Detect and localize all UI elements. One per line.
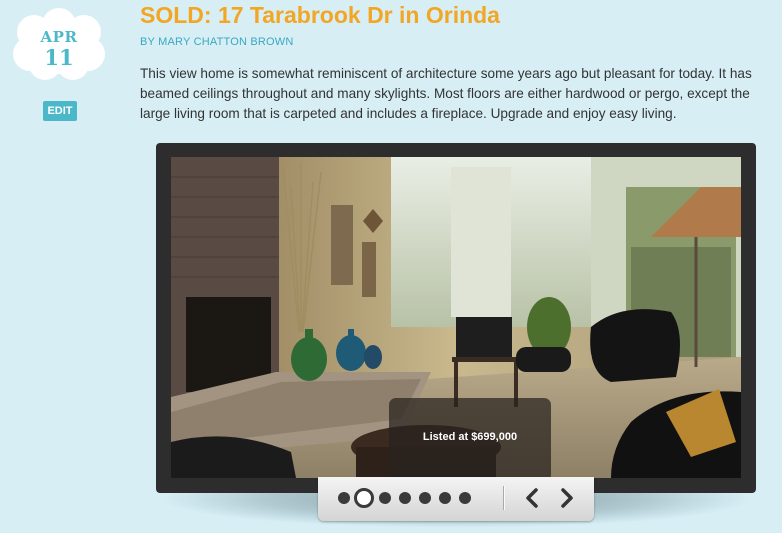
slide-image[interactable]: Listed at $699,000 bbox=[171, 157, 741, 478]
post-author[interactable]: BY MARY CHATTON BROWN bbox=[140, 36, 294, 48]
date-day: 11 bbox=[44, 45, 74, 70]
date-badge: APR 11 bbox=[10, 8, 108, 80]
caption-text: Listed at $699,000 bbox=[422, 431, 518, 443]
chevron-left-icon bbox=[526, 488, 538, 508]
prev-slide-button[interactable] bbox=[521, 486, 543, 510]
next-slide-button[interactable] bbox=[556, 486, 578, 510]
chevron-right-icon bbox=[561, 488, 573, 508]
nav-divider bbox=[503, 486, 505, 510]
slide-dot-5[interactable] bbox=[419, 492, 431, 504]
slide-dot-7[interactable] bbox=[459, 492, 471, 504]
post-body: This view home is somewhat reminiscent o… bbox=[140, 66, 752, 121]
post-title[interactable]: SOLD: 17 Tarabrook Dr in Orinda bbox=[140, 2, 500, 29]
slide-dot-4[interactable] bbox=[399, 492, 411, 504]
slide-dot-1[interactable] bbox=[338, 492, 350, 504]
slideshow: Listed at $699,000 bbox=[156, 143, 756, 493]
date-month: APR bbox=[40, 28, 78, 46]
slide-dot-2[interactable] bbox=[354, 488, 374, 508]
slide-dot-3[interactable] bbox=[379, 492, 391, 504]
slide-dot-6[interactable] bbox=[439, 492, 451, 504]
slide-caption: Listed at $699,000 bbox=[389, 398, 551, 478]
slideshow-nav bbox=[318, 477, 594, 521]
edit-button[interactable]: EDIT bbox=[43, 101, 77, 121]
